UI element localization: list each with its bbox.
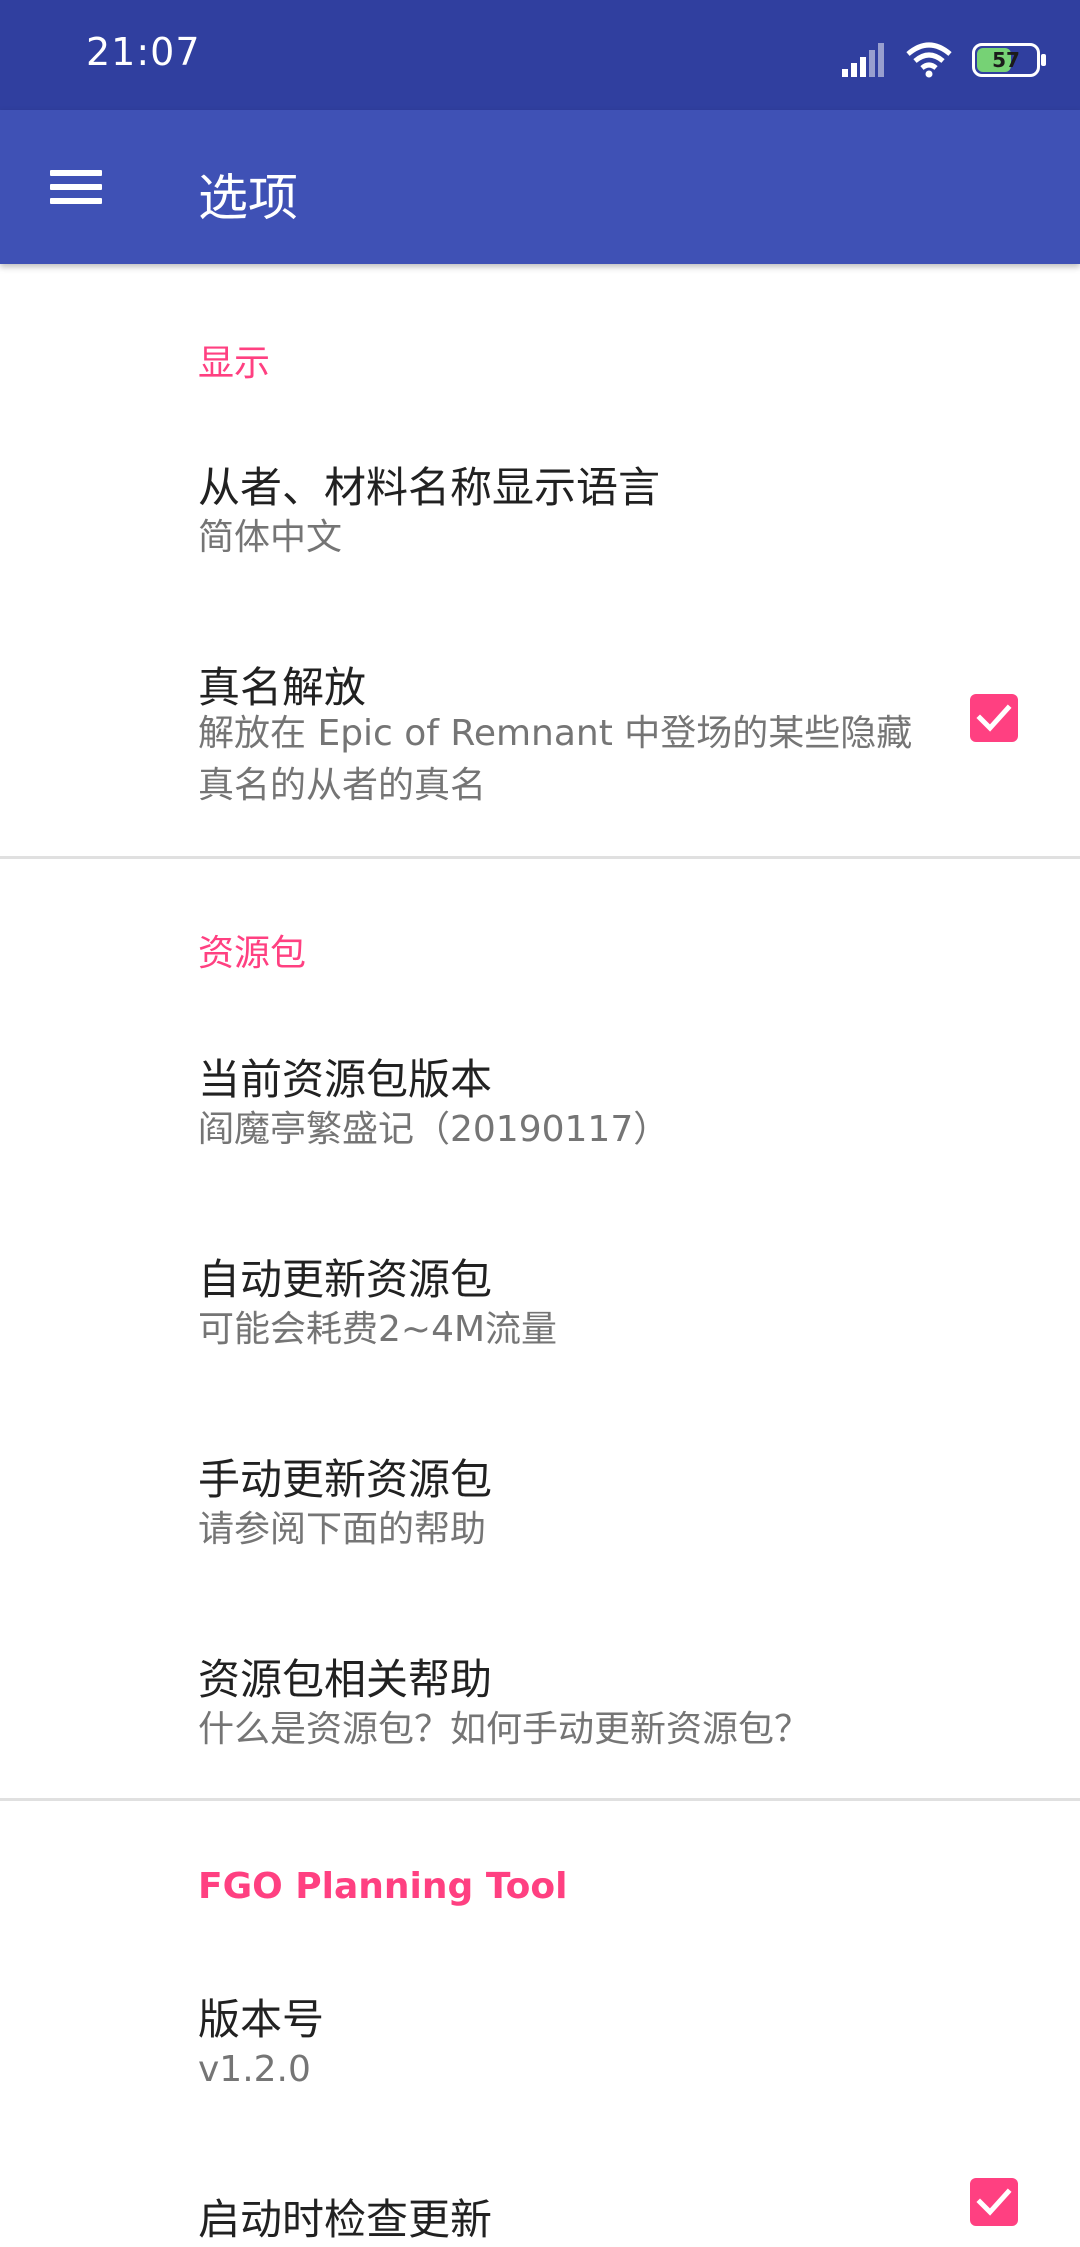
pref-title: 版本号 (198, 1995, 325, 2044)
pref-title: 资源包相关帮助 (198, 1655, 493, 1704)
divider (0, 1798, 1080, 1801)
pref-title: 真名解放 (198, 663, 367, 712)
battery-icon: 57 (972, 43, 1046, 77)
pref-title: 当前资源包版本 (198, 1055, 493, 1104)
pref-summary: 解放在 Epic of Remnant 中登场的某些隐藏真名的从者的真名 (198, 713, 913, 806)
pref-true-name[interactable]: 真名解放 解放在 Epic of Remnant 中登场的某些隐藏真名的从者的真… (0, 654, 1080, 834)
app-bar: 选项 (0, 110, 1080, 264)
pref-check-update-on-start[interactable]: 启动时检查更新 (0, 2178, 1080, 2244)
pref-summary: 什么是资源包？如何手动更新资源包？ (198, 1709, 811, 1750)
check-update-checkbox[interactable] (970, 2178, 1018, 2226)
pref-summary: 请参阅下面的帮助 (198, 1509, 487, 1550)
pref-current-resource-version[interactable]: 当前资源包版本 阎魔亭繁盛记（20190117） (0, 1046, 1080, 1206)
hamburger-menu-icon[interactable] (36, 154, 116, 220)
pref-summary: 可能会耗费2~4M流量 (198, 1309, 558, 1350)
pref-title: 手动更新资源包 (198, 1455, 493, 1504)
pref-summary: v1.2.0 (198, 2049, 311, 2090)
signal-icon (842, 43, 884, 77)
pref-summary: 简体中文 (198, 517, 343, 558)
pref-resource-help[interactable]: 资源包相关帮助 什么是资源包？如何手动更新资源包？ (0, 1646, 1080, 1806)
page-title: 选项 (198, 169, 298, 227)
check-icon (976, 704, 1012, 732)
pref-summary: 阎魔亭繁盛记（20190117） (198, 1109, 670, 1150)
pref-manual-update-resource[interactable]: 手动更新资源包 请参阅下面的帮助 (0, 1446, 1080, 1606)
check-icon (976, 2188, 1012, 2216)
section-title-app: FGO Planning Tool (198, 1866, 568, 1907)
pref-title: 自动更新资源包 (198, 1255, 493, 1304)
section-title-resource: 资源包 (198, 933, 307, 974)
pref-display-language[interactable]: 从者、材料名称显示语言 简体中文 (0, 454, 1080, 614)
wifi-icon (906, 42, 952, 78)
pref-title: 从者、材料名称显示语言 (198, 463, 661, 512)
section-title-display: 显示 (198, 343, 271, 384)
status-icons: 57 (842, 30, 1046, 90)
status-bar: 21:07 57 (0, 0, 1080, 110)
pref-auto-update-resource[interactable]: 自动更新资源包 可能会耗费2~4M流量 (0, 1246, 1080, 1406)
battery-level: 57 (992, 48, 1020, 72)
pref-version[interactable]: 版本号 v1.2.0 (0, 1986, 1080, 2146)
divider (0, 856, 1080, 859)
true-name-checkbox[interactable] (970, 694, 1018, 742)
pref-title: 启动时检查更新 (198, 2195, 493, 2244)
status-time: 21:07 (86, 30, 201, 74)
